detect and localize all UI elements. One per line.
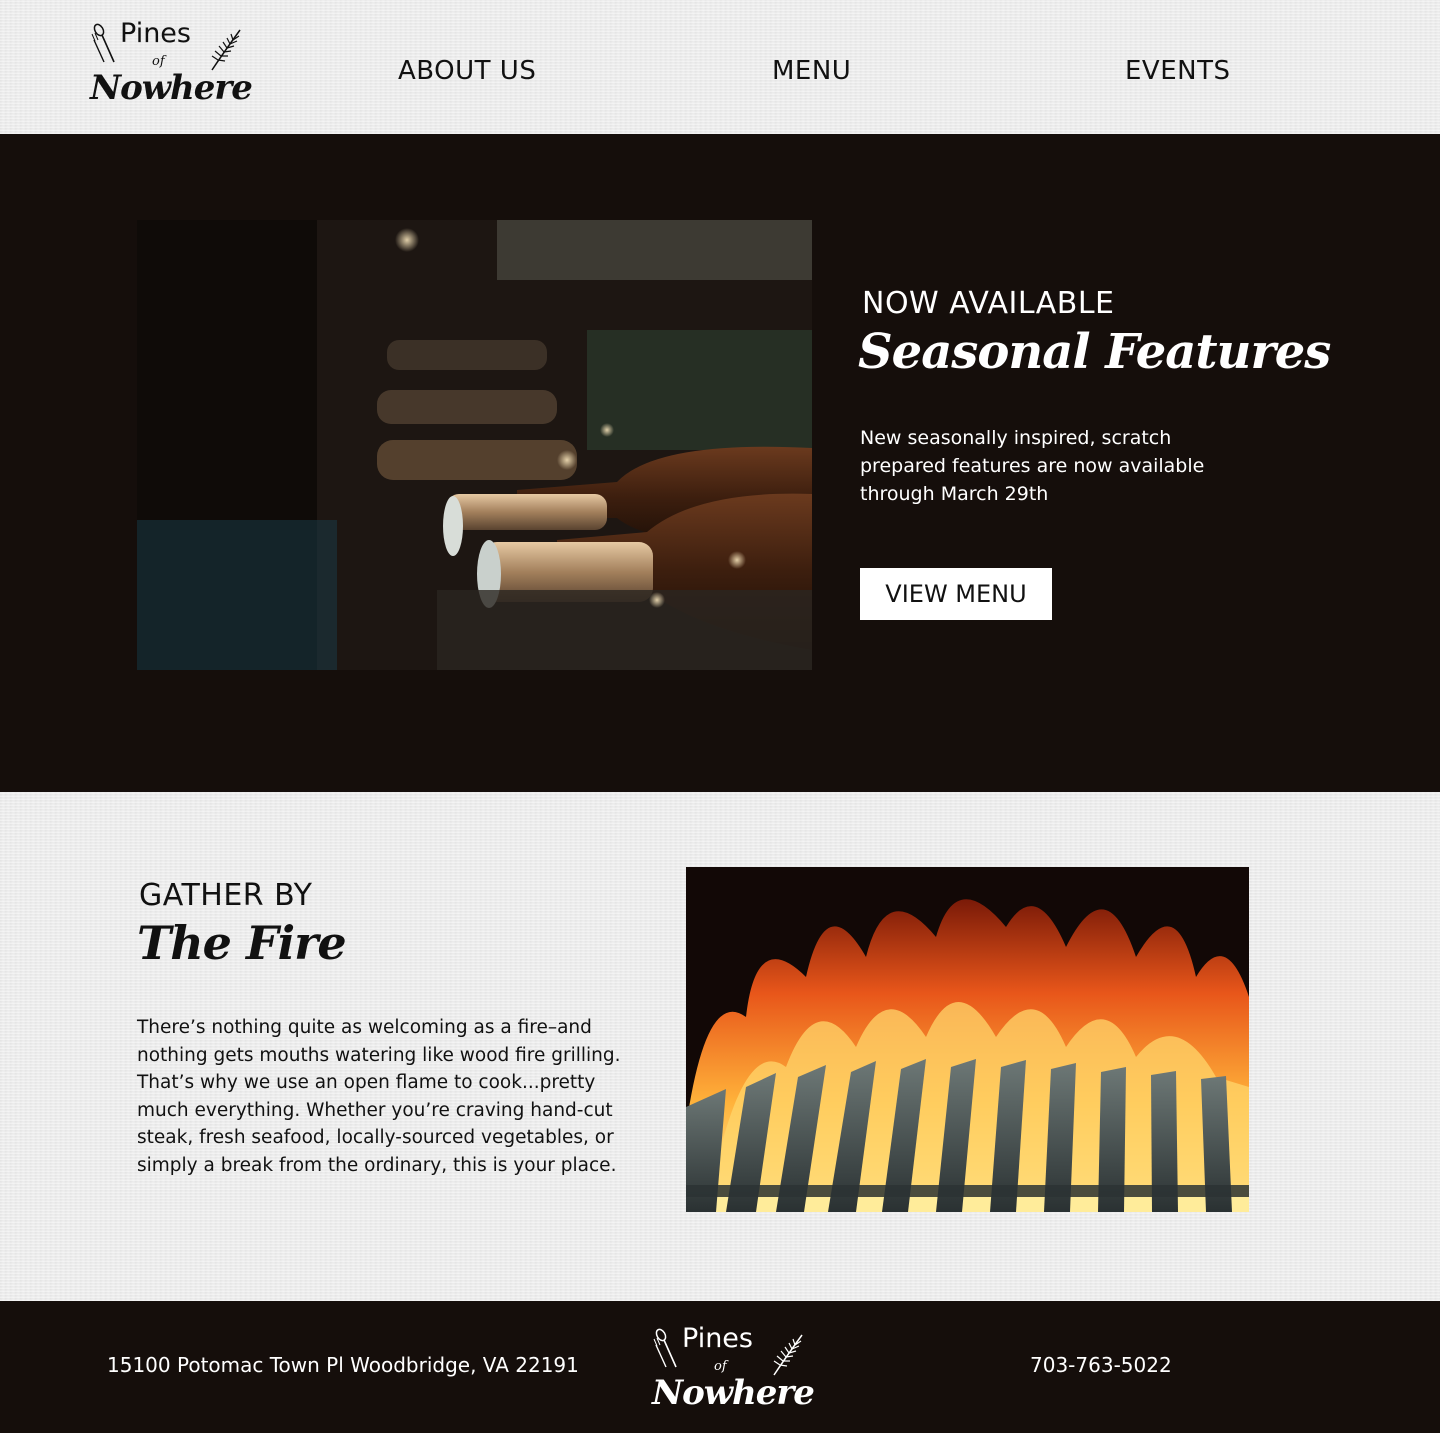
logo-nowhere-text: Nowhere [90,68,253,108]
footer-logo[interactable]: Pines of Nowhere [652,1323,822,1433]
fire-title: The Fire [137,916,347,970]
footer-phone-link[interactable]: 703-763-5022 [1030,1353,1172,1377]
pine-sprig-icon [211,29,241,71]
site-footer: 15100 Potomac Town Pl Woodbridge, VA 221… [0,1301,1440,1433]
nav-events[interactable]: EVENTS [1125,56,1230,86]
seasonal-features-section: NOW AVAILABLE Seasonal Features New seas… [0,134,1440,792]
nav-about-us[interactable]: ABOUT US [398,56,536,86]
grill-flames-image [686,867,1249,1212]
hero-description: New seasonally inspired, scratch prepare… [860,427,1205,505]
header-logo[interactable]: Pines of Nowhere [90,18,260,128]
logo-pines-text: Pines [120,18,191,49]
pine-sprig-icon [773,1334,803,1376]
grill-flames-illustration [686,867,1249,1212]
nav-menu[interactable]: MENU [772,56,851,86]
view-menu-button[interactable]: VIEW MENU [860,568,1052,620]
spoon-fork-icon [91,23,115,63]
fire-eyebrow: GATHER BY [139,878,313,913]
logo-of-text: of [714,1359,727,1374]
fire-description: There’s nothing quite as welcoming as a … [137,1017,621,1176]
logo-pines-text: Pines [682,1323,753,1354]
gather-by-the-fire-section: GATHER BY The Fire There’s nothing quite… [0,792,1440,1301]
footer-address: 15100 Potomac Town Pl Woodbridge, VA 221… [107,1353,579,1377]
wine-bottles-image [137,220,812,670]
site-header: Pines of Nowhere ABOUT US MENU EVENTS [0,0,1440,134]
hero-title: Seasonal Features [858,324,1331,380]
spoon-fork-icon [653,1328,677,1368]
wine-bottles-illustration [137,220,812,670]
logo-of-text: of [152,54,165,69]
logo-nowhere-text: Nowhere [652,1373,815,1413]
hero-eyebrow: NOW AVAILABLE [862,286,1115,321]
